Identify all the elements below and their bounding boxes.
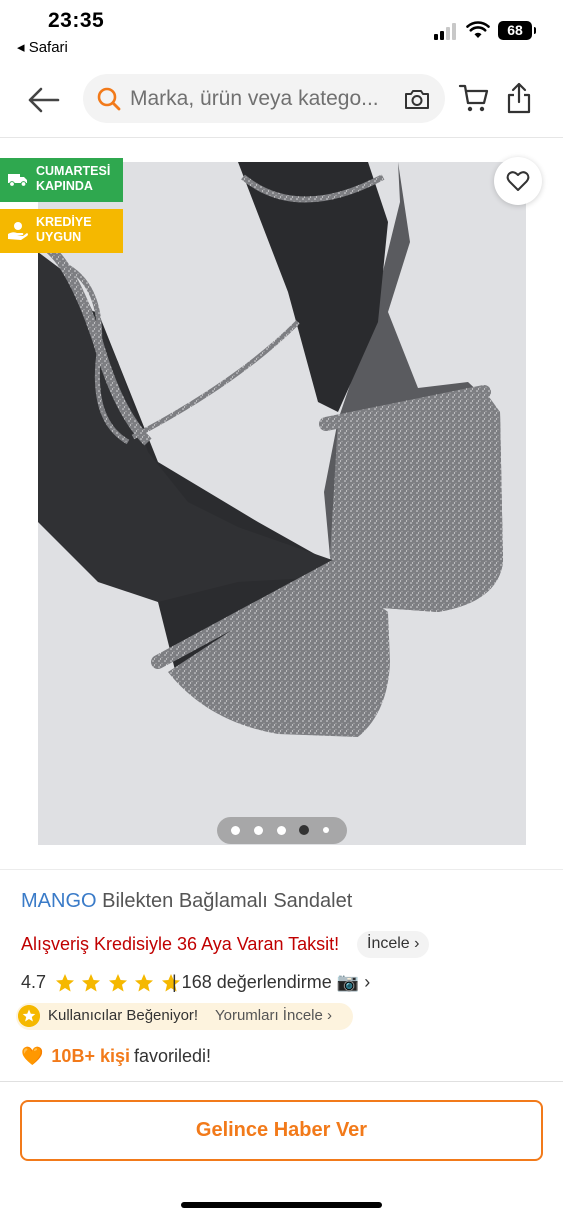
review-count-link[interactable]: | 168 değerlendirme 📷 › <box>172 972 370 993</box>
back-to-safari-link[interactable]: ◂ Safari <box>17 38 68 56</box>
star-badge-icon <box>18 1005 40 1027</box>
heart-outline-icon <box>506 171 530 191</box>
battery-indicator: 68 <box>498 21 536 40</box>
orange-heart-icon: 🧡 <box>21 1046 44 1066</box>
users-like-text: Kullanıcılar Beğeniyor! <box>48 1007 199 1024</box>
cellular-signal-icon <box>434 22 460 40</box>
brand-link[interactable]: MANGO <box>21 890 97 912</box>
gallery-dot[interactable] <box>231 826 240 835</box>
favorites-label: favoriledi! <box>133 1046 212 1066</box>
camera-search-icon[interactable] <box>403 86 431 112</box>
back-arrow-icon[interactable] <box>24 80 64 120</box>
product-title: MANGO Bilekten Bağlamalı Sandalet <box>21 890 352 913</box>
view-reviews-link[interactable]: Yorumları İncele › <box>215 1007 332 1024</box>
star-icon <box>82 974 101 992</box>
product-name: Bilekten Bağlamalı Sandalet <box>102 890 353 912</box>
search-icon <box>97 87 121 111</box>
credit-installment-text: Alışveriş Kredisiyle 36 Aya Varan Taksit… <box>21 934 340 954</box>
search-bar[interactable]: Marka, ürün veya katego... <box>83 74 445 123</box>
credit-badge-line1: KREDİYE <box>36 215 92 229</box>
credit-details-button[interactable]: İncele › <box>357 931 430 958</box>
delivery-badge: CUMARTESİ KAPINDA <box>0 158 123 202</box>
gallery-dot-active[interactable] <box>299 825 309 835</box>
divider <box>0 869 563 870</box>
favorites-count-row: 🧡 10B+ kişi favoriledi! <box>21 1046 211 1067</box>
hand-coin-icon <box>8 222 28 240</box>
rating-value: 4.7 <box>21 972 47 992</box>
gallery-pagination[interactable] <box>217 817 347 844</box>
star-icon <box>56 974 74 992</box>
gallery-dot[interactable] <box>277 826 286 835</box>
favorites-count: 10B+ kişi <box>51 1046 130 1066</box>
status-bar: 23:35 ◂ Safari 68 <box>0 0 563 60</box>
top-nav: Marka, ürün veya katego... <box>0 62 563 138</box>
search-input[interactable]: Marka, ürün veya katego... <box>130 87 410 111</box>
product-photo-sandals <box>38 162 526 845</box>
rating-stars <box>55 973 183 998</box>
star-icon <box>135 974 154 992</box>
delivery-badge-line1: CUMARTESİ <box>36 164 111 178</box>
star-icon <box>108 974 127 992</box>
favorite-button[interactable] <box>494 157 542 205</box>
notify-when-available-button[interactable]: Gelince Haber Ver <box>20 1100 543 1161</box>
divider <box>0 1081 563 1082</box>
home-indicator[interactable] <box>181 1202 382 1208</box>
cart-icon[interactable] <box>458 82 490 114</box>
credit-badge-line2: UYGUN <box>36 230 82 244</box>
rating-row[interactable]: 4.7 | 168 değerlendirme 📷 › <box>21 972 541 996</box>
credit-badge: KREDİYE UYGUN <box>0 209 123 253</box>
status-time: 23:35 <box>48 9 105 32</box>
gallery-dot[interactable] <box>254 826 263 835</box>
share-icon[interactable] <box>506 81 532 115</box>
delivery-badge-line2: KAPINDA <box>36 179 93 193</box>
product-image-gallery[interactable] <box>38 162 526 845</box>
users-like-banner[interactable]: Kullanıcılar Beğeniyor! Yorumları İncele… <box>16 1003 353 1030</box>
delivery-truck-icon <box>8 174 27 187</box>
gallery-dot[interactable] <box>323 827 329 833</box>
wifi-icon <box>466 21 490 38</box>
